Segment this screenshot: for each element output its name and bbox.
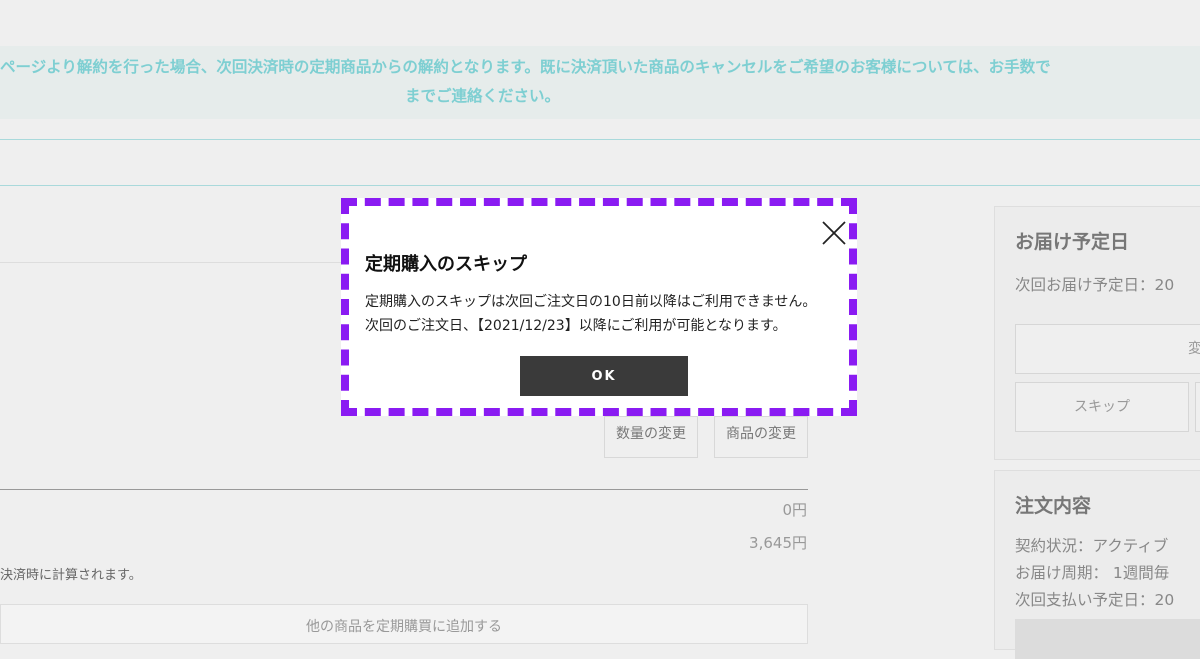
modal-message-line-1: 定期購入のスキップは次回ご注文日の10日前以降はご利用できません。	[365, 294, 817, 310]
ok-button[interactable]: OK	[520, 356, 688, 396]
panel-button[interactable]	[1015, 619, 1200, 659]
close-icon[interactable]	[821, 220, 847, 246]
divider	[0, 489, 808, 490]
notice-line-2: までご連絡ください。	[405, 87, 561, 105]
modal-message: 定期購入のスキップは次回ご注文日の10日前以降はご利用できません。 次回のご注文…	[365, 290, 816, 338]
panel-button[interactable]	[1195, 382, 1200, 432]
next-delivery-date: 次回お届け予定日：20	[1015, 276, 1175, 294]
contract-status: 契約状況：アクティブ	[1015, 537, 1169, 555]
divider	[0, 139, 1200, 140]
notice-line-1: ページより解約を行った場合、次回決済時の定期商品からの解約となります。既に決済頂…	[0, 58, 1051, 76]
order-panel-title: 注文内容	[1015, 495, 1092, 517]
next-payment-date: 次回支払い予定日：20	[1015, 591, 1175, 609]
total-price: 3,645円	[749, 534, 807, 552]
modal-title: 定期購入のスキップ	[365, 254, 527, 275]
info-notice: ページより解約を行った場合、次回決済時の定期商品からの解約となります。既に決済頂…	[0, 46, 1200, 119]
quantity-change-button[interactable]: 数量の変更	[604, 416, 698, 458]
modal-message-line-2: 次回のご注文日、【2021/12/23】以降にご利用が可能となります。	[365, 318, 787, 334]
shipping-price: 0円	[782, 501, 807, 519]
add-product-button[interactable]: 他の商品を定期購買に追加する	[0, 604, 808, 644]
delivery-cycle: お届け周期： 1週間毎	[1015, 564, 1170, 582]
divider	[0, 185, 1200, 186]
tax-note: 決済時に計算されます。	[0, 568, 142, 583]
delivery-panel-title: お届け予定日	[1015, 231, 1130, 253]
delivery-panel: お届け予定日 次回お届け予定日：20 変更 スキップ	[994, 206, 1200, 460]
skip-button[interactable]: スキップ	[1015, 382, 1189, 432]
order-panel: 注文内容 契約状況：アクティブ お届け周期： 1週間毎 次回支払い予定日：20	[994, 470, 1200, 659]
product-change-button[interactable]: 商品の変更	[714, 416, 808, 458]
change-button[interactable]: 変更	[1015, 324, 1200, 374]
